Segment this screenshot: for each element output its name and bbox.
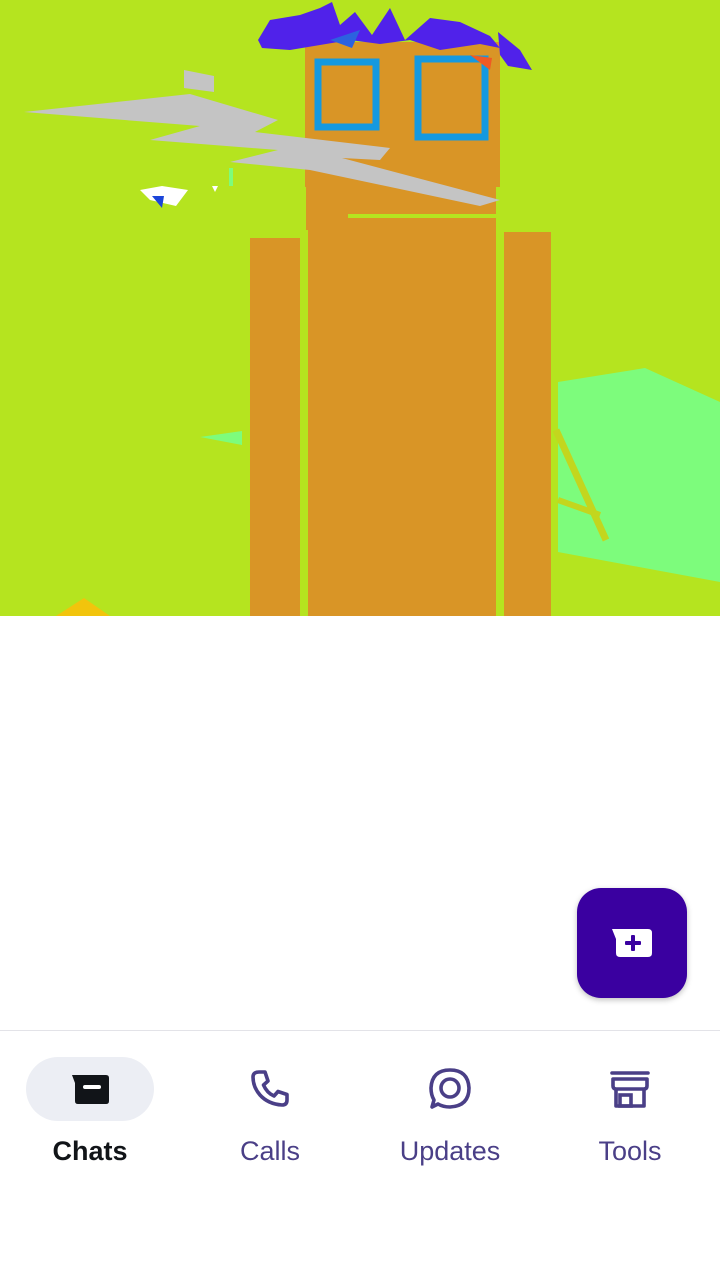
phone-icon [251, 1070, 289, 1107]
tab-updates-indicator [386, 1057, 514, 1121]
tab-tools-indicator [566, 1057, 694, 1121]
tab-tools[interactable]: Tools [540, 1057, 720, 1177]
background-illustration [0, 0, 720, 616]
chats-icon [72, 1075, 109, 1104]
new-chat-button[interactable] [577, 888, 687, 998]
tab-chats[interactable]: Chats [0, 1057, 180, 1177]
new-chat-icon [612, 929, 652, 957]
cardboard-robot-illustration [24, 2, 720, 616]
store-icon [610, 1071, 650, 1108]
tab-updates[interactable]: Updates [360, 1057, 540, 1177]
tab-calls[interactable]: Calls [180, 1057, 360, 1177]
tab-calls-label: Calls [239, 1136, 300, 1166]
updates-icon [429, 1068, 471, 1109]
bottom-navigation: Chats Calls Updates Tools [0, 1030, 720, 1281]
tab-chats-indicator [26, 1057, 154, 1121]
tab-tools-label: Tools [598, 1136, 662, 1166]
tab-calls-indicator [206, 1057, 334, 1121]
tab-chats-label: Chats [52, 1136, 128, 1166]
tab-updates-label: Updates [399, 1136, 501, 1166]
